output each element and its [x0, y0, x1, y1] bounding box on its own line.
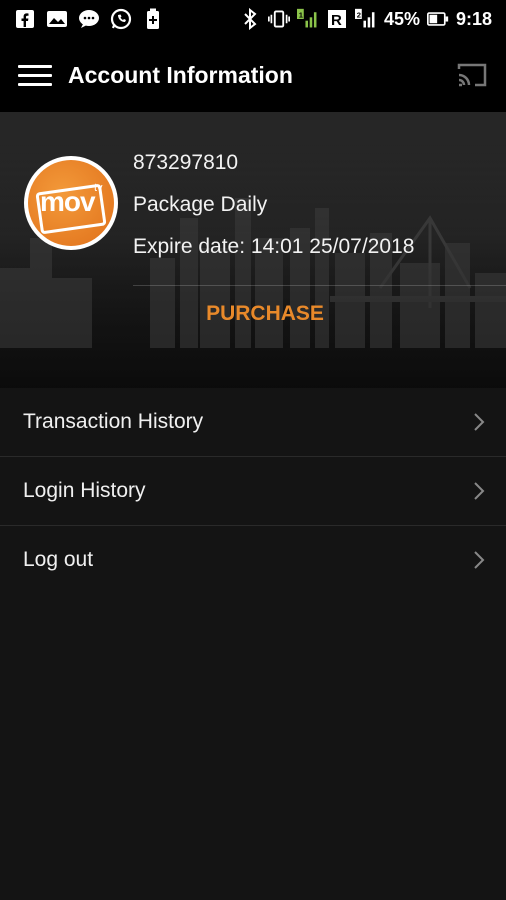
logo-text: mov — [40, 186, 96, 217]
transaction-history-item[interactable]: Transaction History — [0, 388, 506, 457]
battery-icon — [426, 9, 449, 29]
battery-percent: 45% — [383, 8, 420, 29]
account-package: Package Daily — [133, 193, 268, 216]
account-phone-number: 873297810 — [133, 151, 239, 174]
whatsapp-icon — [110, 8, 132, 30]
account-details: 873297810 Package Daily Expire date: 14:… — [133, 148, 414, 274]
account-header: mov tv 873297810 Package Daily Expire da… — [0, 112, 506, 388]
roaming-icon: R — [326, 9, 348, 29]
purchase-button[interactable]: PURCHASE — [0, 302, 506, 326]
svg-text:2: 2 — [357, 10, 361, 19]
svg-text:R: R — [331, 12, 342, 29]
list-item-label: Login History — [23, 479, 146, 502]
signal-bars-icon: 2 — [354, 8, 377, 29]
vibrate-icon — [267, 9, 290, 29]
list-item-label: Log out — [23, 548, 94, 571]
login-history-item[interactable]: Login History — [0, 457, 506, 526]
status-bar: 1 R 2 45% 9:18 — [0, 0, 506, 38]
page-title: Account Information — [68, 61, 293, 88]
battery-saver-icon — [142, 8, 164, 29]
chevron-right-icon — [474, 482, 485, 500]
signal-icon: 1 — [296, 8, 319, 29]
bluetooth-icon — [239, 8, 261, 30]
divider — [133, 285, 506, 286]
logout-item[interactable]: Log out — [0, 526, 506, 594]
account-expire-date: Expire date: 14:01 25/07/2018 — [133, 235, 415, 258]
logo-subtext: tv — [94, 182, 103, 194]
message-icon — [78, 9, 100, 29]
list-item-label: Transaction History — [23, 410, 204, 433]
chevron-right-icon — [474, 413, 485, 431]
app-toolbar: Account Information — [0, 38, 506, 112]
gallery-icon — [46, 9, 68, 29]
cast-icon[interactable] — [456, 61, 488, 89]
hamburger-menu-icon[interactable] — [18, 60, 52, 90]
facebook-icon — [14, 9, 36, 29]
clock: 9:18 — [455, 8, 492, 29]
chevron-right-icon — [474, 551, 485, 569]
movtv-logo: mov tv — [24, 156, 118, 250]
account-menu-list: Transaction History Login History Log ou… — [0, 388, 506, 594]
